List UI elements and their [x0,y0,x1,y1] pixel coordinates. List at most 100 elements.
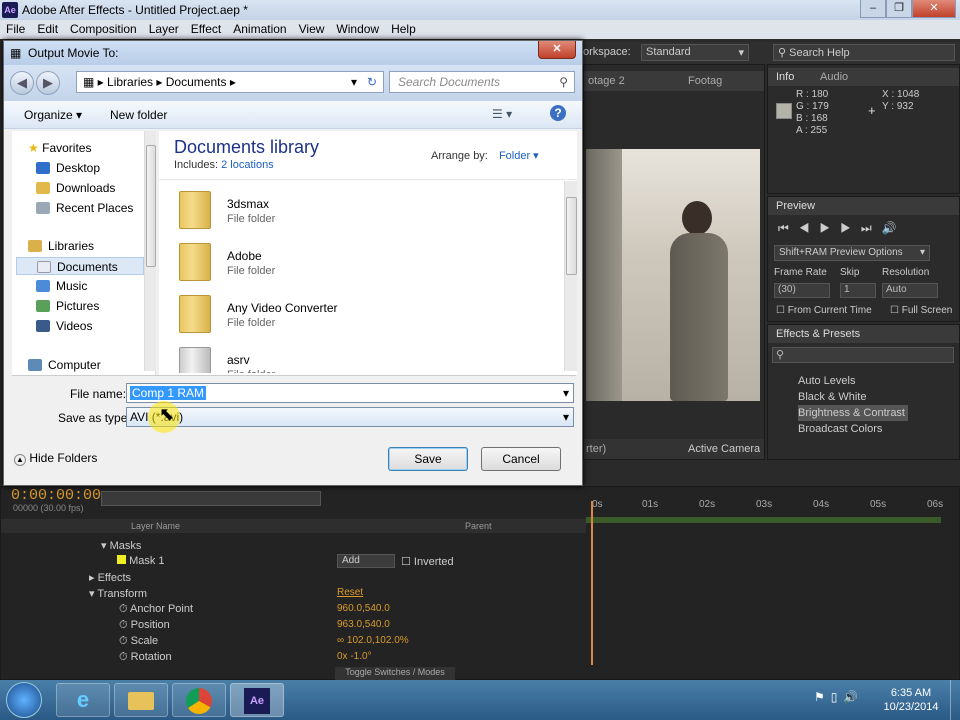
file-row-3dsmax[interactable]: 3dsmax File folder [159,183,563,235]
dialog-close-button[interactable]: ✕ [538,41,576,59]
stopwatch-icon[interactable]: ⏱ [119,635,128,647]
chevron-down-icon[interactable]: ▾ [351,72,357,92]
nav-pictures[interactable]: Pictures [36,297,99,315]
taskbar-after-effects[interactable]: Ae [230,683,284,717]
refresh-icon[interactable]: ↻ [367,72,377,92]
view-options-icon[interactable]: ☰ ▾ [492,107,512,121]
taskbar-explorer[interactable] [114,683,168,717]
effect-item[interactable]: Black & White [798,389,908,405]
current-timecode[interactable]: 0:00:00:00 [11,487,101,504]
stopwatch-icon[interactable]: ⏱ [119,651,128,663]
help-icon[interactable]: ? [550,105,566,121]
property-scale[interactable]: ⏱ Scale [119,635,158,648]
inverted-checkbox[interactable]: ☐ Inverted [401,555,454,568]
breadcrumb-documents[interactable]: Documents [166,75,227,89]
menu-item-window[interactable]: Window [330,20,385,36]
minimize-button[interactable]: – [860,0,886,18]
anchor-point-value[interactable]: 960.0,540.0 [337,603,390,614]
layer-row-effects[interactable]: ▸ Effects [89,571,131,584]
tab-footage-2[interactable]: otage 2 [588,75,625,87]
rotation-value[interactable]: 0x -1.0° [337,651,372,662]
back-button[interactable]: ◀ [10,71,34,95]
tab-footage[interactable]: Footag [688,75,722,87]
file-row-asrv[interactable]: asrv File folder [159,339,563,373]
scrollbar-thumb[interactable] [566,197,577,275]
nav-computer[interactable]: Computer [28,356,101,374]
layer-row-transform[interactable]: ▾ Transform [89,587,147,600]
effect-item[interactable]: Broadcast Colors [798,421,908,437]
search-help-input[interactable]: ⚲ Search Help [773,44,955,61]
chevron-down-icon[interactable]: ▾ [563,384,569,402]
nav-documents[interactable]: Documents [16,257,144,275]
organize-button[interactable]: Organize ▾ [24,108,82,122]
taskbar-ie[interactable]: e [56,683,110,717]
effect-item[interactable]: Auto Levels [798,373,908,389]
toggle-switches-button[interactable]: Toggle Switches / Modes [335,667,455,680]
breadcrumb-libraries[interactable]: Libraries [107,75,153,89]
effect-item-selected[interactable]: Brightness & Contrast [798,405,908,421]
skip-select[interactable]: 1 [840,283,876,298]
position-value[interactable]: 963.0,540.0 [337,619,390,630]
layer-row-mask-1[interactable]: Mask 1 [117,555,165,567]
includes-locations-link[interactable]: 2 locations [221,159,274,171]
menu-item-effect[interactable]: Effect [185,20,227,36]
menu-item-file[interactable]: File [0,20,31,36]
property-rotation[interactable]: ⏱ Rotation [119,651,172,664]
layer-row-masks[interactable]: ▾ Masks [101,539,141,552]
frame-rate-select[interactable]: (30) [774,283,830,298]
menu-item-edit[interactable]: Edit [31,20,64,36]
nav-libraries[interactable]: Libraries [28,237,94,255]
start-button[interactable] [6,682,42,718]
timeline-search-input[interactable] [101,491,321,506]
effects-search-input[interactable]: ⚲ [772,347,954,363]
menu-item-view[interactable]: View [293,20,331,36]
playback-controls[interactable]: ⏮◀▶▶⏭🔊 [778,221,954,236]
menu-item-animation[interactable]: Animation [227,20,292,36]
full-screen-checkbox[interactable]: ☐ Full Screen [890,305,952,316]
nav-recent-places[interactable]: Recent Places [36,199,133,217]
property-position[interactable]: ⏱ Position [119,619,170,632]
preview-options-select[interactable]: Shift+RAM Preview Options ▾ [774,245,930,261]
file-list-scrollbar[interactable] [564,181,577,371]
tab-info[interactable]: Info [776,71,794,83]
search-documents-input[interactable]: Search Documents ⚲ [389,71,575,93]
forward-button[interactable]: ▶ [36,71,60,95]
menu-item-help[interactable]: Help [385,20,422,36]
maximize-button[interactable]: ❐ [886,0,912,18]
from-current-time-checkbox[interactable]: ☐ From Current Time [776,305,872,316]
nav-music[interactable]: Music [36,277,87,295]
stopwatch-icon[interactable]: ⏱ [119,603,128,615]
time-ruler[interactable]: 0s 01s 02s 03s 04s 05s 06s [586,495,943,525]
hide-folders-button[interactable]: ▲ Hide Folders [14,451,97,466]
scrollbar-thumb[interactable] [146,145,156,267]
new-folder-button[interactable]: New folder [110,108,167,122]
resolution-select[interactable]: Auto [882,283,938,298]
taskbar-chrome[interactable] [172,683,226,717]
menu-item-composition[interactable]: Composition [64,20,143,36]
nav-desktop[interactable]: Desktop [36,159,100,177]
clock[interactable]: 6:35 AM 10/23/2014 [876,686,946,714]
work-area-bar[interactable] [586,517,941,523]
stopwatch-icon[interactable]: ⏱ [119,619,128,631]
mask-mode-select[interactable]: Add [337,554,395,568]
tray-icons[interactable]: ⚑▯🔊 [814,690,864,704]
file-name-input[interactable]: Comp 1 RAM ▾ [126,383,574,403]
nav-downloads[interactable]: Downloads [36,179,115,197]
arrange-select[interactable]: Folder ▾ [499,150,539,162]
property-anchor-point[interactable]: ⏱ Anchor Point [119,603,193,616]
workspace-select[interactable]: Standard ▾ [641,44,749,61]
link-icon[interactable]: ∞ [337,635,344,646]
current-time-indicator[interactable] [591,501,593,665]
address-bar[interactable]: ▦ ▸ Libraries ▸ Documents ▸ ▾ ↻ [76,71,384,93]
cancel-button[interactable]: Cancel [481,447,561,471]
show-desktop-button[interactable] [950,680,960,720]
save-button[interactable]: Save [388,447,468,471]
file-row-any-video-converter[interactable]: Any Video Converter File folder [159,287,563,339]
menu-item-layer[interactable]: Layer [143,20,185,36]
transform-reset-link[interactable]: Reset [337,587,363,598]
file-row-adobe[interactable]: Adobe File folder [159,235,563,287]
scale-value[interactable]: ∞ 102.0,102.0% [337,635,409,646]
camera-select[interactable]: Active Camera [688,443,760,455]
nav-videos[interactable]: Videos [36,317,92,335]
close-window-button[interactable]: ✕ [912,0,956,18]
